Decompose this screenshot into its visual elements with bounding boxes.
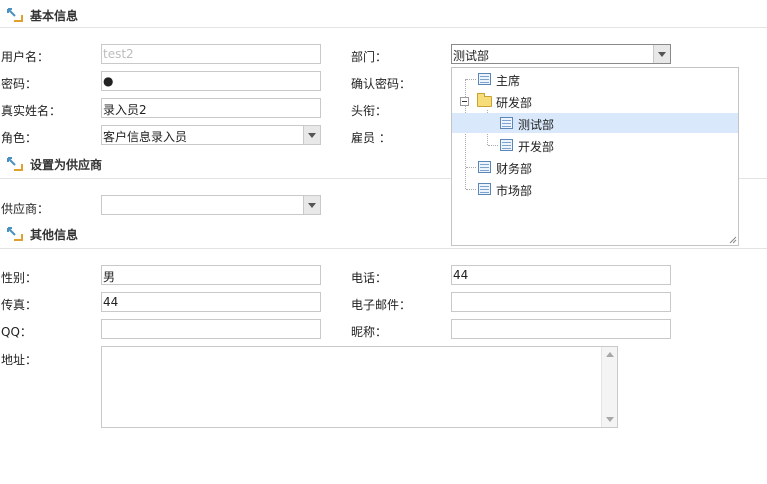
tree-node-label: 财务部 bbox=[496, 162, 533, 176]
tree-node-chairman[interactable]: 主席 bbox=[452, 69, 738, 89]
realname-input[interactable]: 录入员2 bbox=[101, 98, 321, 118]
expand-arrows-icon bbox=[7, 157, 23, 171]
divider bbox=[0, 248, 767, 249]
title-label: 头衔： bbox=[351, 104, 388, 118]
role-select-value: 客户信息录入员 bbox=[103, 130, 188, 144]
tree-node-finance[interactable]: 财务部 bbox=[452, 157, 738, 177]
tree-node-label: 研发部 bbox=[496, 96, 533, 110]
nickname-input[interactable] bbox=[451, 319, 671, 339]
department-select[interactable]: 测试部 bbox=[451, 44, 671, 64]
email-input[interactable] bbox=[451, 292, 671, 312]
supplier-select[interactable] bbox=[101, 195, 321, 215]
phone-input[interactable]: 44 bbox=[451, 265, 671, 285]
password-label: 密码： bbox=[1, 77, 38, 91]
password-input[interactable]: ● bbox=[101, 71, 321, 91]
folder-open-icon bbox=[477, 93, 492, 107]
tree-node-label: 开发部 bbox=[518, 140, 555, 154]
expand-arrows-icon bbox=[7, 8, 23, 22]
qq-input[interactable] bbox=[101, 319, 321, 339]
tree-node-rnd[interactable]: 研发部 bbox=[452, 91, 738, 111]
tree-node-marketing[interactable]: 市场部 bbox=[452, 179, 738, 199]
section-title-supplier: 设置为供应商 bbox=[30, 158, 103, 172]
collapse-toggle-icon[interactable] bbox=[460, 97, 469, 106]
tree-node-label: 市场部 bbox=[496, 184, 533, 198]
address-textarea[interactable] bbox=[101, 346, 618, 428]
divider bbox=[0, 27, 767, 28]
fax-input[interactable]: 44 bbox=[101, 292, 321, 312]
chevron-down-icon[interactable] bbox=[303, 126, 320, 144]
role-label: 角色： bbox=[1, 131, 38, 145]
tree-node-development[interactable]: 开发部 bbox=[452, 135, 738, 155]
section-title-other: 其他信息 bbox=[30, 228, 79, 242]
address-label: 地址： bbox=[1, 353, 38, 367]
fax-label: 传真： bbox=[1, 298, 38, 312]
expand-arrows-icon bbox=[7, 227, 23, 241]
scroll-down-icon[interactable] bbox=[606, 417, 614, 422]
username-input[interactable]: test2 bbox=[101, 44, 321, 64]
role-select[interactable]: 客户信息录入员 bbox=[101, 125, 321, 145]
realname-label: 真实姓名： bbox=[1, 104, 62, 118]
department-select-value: 测试部 bbox=[453, 49, 490, 63]
document-icon bbox=[478, 161, 491, 173]
chevron-down-icon[interactable] bbox=[303, 196, 320, 214]
confirm-password-label: 确认密码： bbox=[351, 77, 412, 91]
nickname-label: 昵称： bbox=[351, 325, 388, 339]
document-icon bbox=[500, 117, 513, 129]
tree-node-label: 测试部 bbox=[518, 118, 555, 132]
qq-label: QQ： bbox=[1, 325, 32, 339]
gender-input[interactable]: 男 bbox=[101, 265, 321, 285]
document-icon bbox=[478, 73, 491, 85]
scrollbar[interactable] bbox=[601, 347, 617, 427]
document-icon bbox=[500, 139, 513, 151]
chevron-down-icon[interactable] bbox=[653, 45, 670, 63]
tree-node-testing[interactable]: 测试部 bbox=[452, 113, 738, 133]
section-header-basic: 基本信息 bbox=[0, 4, 767, 26]
email-label: 电子邮件： bbox=[351, 298, 412, 312]
resize-grip-icon[interactable] bbox=[729, 236, 737, 244]
document-icon bbox=[478, 183, 491, 195]
tree-node-label: 主席 bbox=[496, 74, 521, 88]
phone-label: 电话： bbox=[351, 271, 388, 285]
username-label: 用户名： bbox=[1, 50, 50, 64]
employee-label: 雇员 ： bbox=[351, 131, 391, 145]
department-label: 部门： bbox=[351, 50, 388, 64]
section-title-basic: 基本信息 bbox=[30, 9, 79, 23]
department-tree-panel[interactable]: 主席 研发部 测试部 开发部 财务部 市场部 bbox=[451, 67, 739, 246]
supplier-label: 供应商： bbox=[1, 202, 50, 216]
scroll-up-icon[interactable] bbox=[606, 352, 614, 357]
gender-label: 性别： bbox=[1, 271, 38, 285]
